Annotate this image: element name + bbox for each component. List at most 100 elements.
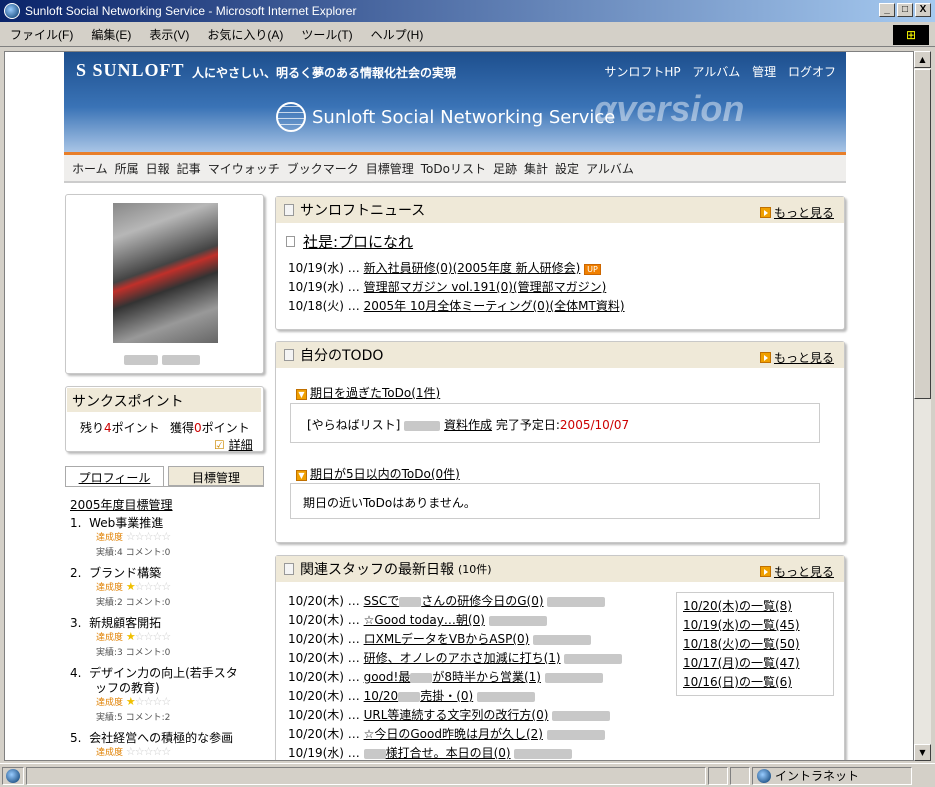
arrow-down-icon: ▼ [296, 389, 307, 400]
service-name: Sunloft Social Networking Service [312, 106, 616, 128]
news-item: 10/19(水) … 新入社員研修(0)(2005年度 新人研修会) UP [288, 259, 601, 276]
nav-settings[interactable]: 設定 [555, 160, 579, 177]
arrow-right-icon [759, 352, 771, 363]
link-admin[interactable]: 管理 [752, 65, 776, 79]
news-item-link[interactable]: 2005年 10月全体ミーティング(0) [364, 299, 550, 313]
menu-edit[interactable]: 編集(E) [91, 26, 131, 43]
goal-stats: 実績:4 コメント:0 [96, 548, 171, 558]
up-badge: UP [584, 264, 601, 275]
todo-soon-link[interactable]: ▼ 期日が5日以内のToDo(0件) [296, 465, 460, 482]
nav-department[interactable]: 所属 [115, 160, 139, 177]
close-button[interactable]: X [915, 3, 931, 17]
news-item: 10/19(水) … 管理部マガジン vol.191(0)(管理部マガジン) [288, 280, 607, 294]
report-item[interactable]: 10/20(木) … ☆今日のGood昨晩は月が久し(2) [288, 725, 605, 742]
nav-my-watch[interactable]: マイウォッチ [208, 160, 280, 177]
report-item[interactable]: 10/20(木) … ロXMLデータをVBからASP(0) [288, 630, 592, 647]
arrow-right-icon [759, 566, 771, 577]
maximize-button[interactable]: □ [897, 3, 913, 17]
nav-footprints[interactable]: 足跡 [493, 160, 517, 177]
globe-icon [276, 102, 306, 132]
news-item-category[interactable]: (管理部マガジン) [513, 280, 606, 294]
menu-file[interactable]: ファイル(F) [10, 26, 73, 43]
report-item[interactable]: 10/19(水) … 様打合せ。本日の目(0) [288, 744, 573, 760]
news-title-bar: サンロフトニュース [276, 197, 844, 223]
goal-item[interactable]: 5. 会社経営への積極的な参画 [70, 729, 233, 746]
report-day-link[interactable]: 10/20(木)の一覧(8) [683, 597, 792, 614]
thanks-detail-link[interactable]: ☑ 詳細 [214, 436, 253, 453]
news-item-link[interactable]: 管理部マガジン vol.191(0) [364, 280, 513, 294]
link-sunloft-hp[interactable]: サンロフトHP [604, 65, 680, 79]
scroll-down-icon[interactable]: ▼ [914, 744, 931, 761]
news-item-link[interactable]: 新入社員研修(0) [364, 261, 453, 275]
menu-help[interactable]: ヘルプ(H) [371, 26, 424, 43]
goal-item[interactable]: 1. Web事業推進 [70, 514, 163, 531]
menu-tools[interactable]: ツール(T) [301, 26, 352, 43]
window-titlebar: Sunloft Social Networking Service - Micr… [0, 0, 935, 22]
profile-photo[interactable] [113, 203, 218, 343]
nav-home[interactable]: ホーム [72, 160, 108, 177]
header-slogan: 人にやさしい、明るく夢のある情報化社会の実現 [192, 66, 457, 80]
document-icon [284, 349, 294, 361]
reports-box: 関連スタッフの最新日報 (10件) もっと見る 10/20(木) … SSCで さん… [275, 555, 845, 760]
nav-album[interactable]: アルバム [586, 160, 634, 177]
goal-stats: 実績:5 コメント:2 [96, 713, 171, 723]
report-item[interactable]: 10/20(木) … good!最 が8時半から営業(1) [288, 668, 603, 685]
report-day-list: 10/20(木)の一覧(8) 10/19(水)の一覧(45) 10/18(火)の一覧… [676, 592, 834, 696]
reports-more-link[interactable]: もっと見る [759, 563, 834, 580]
nav-bookmarks[interactable]: ブックマーク [287, 160, 359, 177]
nav-daily-report[interactable]: 日報 [146, 160, 170, 177]
tab-profile[interactable]: プロフィール [65, 466, 164, 486]
nav-stats[interactable]: 集計 [524, 160, 548, 177]
scroll-thumb[interactable] [914, 69, 931, 399]
todo-overdue-panel: [やらねばリスト] 資料作成 完了予定日:2005/10/07 [290, 403, 820, 443]
window-title: Sunloft Social Networking Service - Micr… [25, 4, 357, 18]
report-day-link[interactable]: 10/19(水)の一覧(45) [683, 616, 800, 633]
menu-favorites[interactable]: お気に入り(A) [207, 26, 283, 43]
news-more-link[interactable]: もっと見る [759, 204, 834, 221]
goals-title[interactable]: 2005年度目標管理 [70, 496, 173, 513]
report-day-link[interactable]: 10/16(日)の一覧(6) [683, 673, 792, 690]
intranet-icon [757, 768, 771, 783]
link-album[interactable]: アルバム [692, 65, 740, 79]
todo-soon-panel: 期日の近いToDoはありません。 [290, 483, 820, 519]
report-item[interactable]: 10/20(木) … 10/20 売掛・(0) [288, 687, 536, 704]
status-text [26, 766, 706, 785]
report-day-link[interactable]: 10/18(火)の一覧(50) [683, 635, 800, 652]
minimize-button[interactable]: _ [879, 3, 895, 17]
status-zone: イントラネット [752, 766, 912, 785]
nav-articles[interactable]: 記事 [177, 160, 201, 177]
news-item-category[interactable]: (全体MT資料) [550, 299, 625, 313]
news-headline[interactable]: 社是:プロになれ [286, 231, 413, 252]
star-rating-icon: ★☆☆☆☆ [125, 580, 171, 593]
status-page-icon [2, 766, 24, 785]
news-item: 10/18(火) … 2005年 10月全体ミーティング(0)(全体MT資料) [288, 299, 625, 313]
page-icon [286, 236, 295, 247]
todo-overdue-link[interactable]: ▼ 期日を過ぎたToDo(1件) [296, 384, 440, 401]
nav-todo-list[interactable]: ToDoリスト [421, 160, 486, 177]
report-item[interactable]: 10/20(木) … URL等連続する文字列の改行方(0) [288, 706, 611, 723]
link-logoff[interactable]: ログオフ [788, 65, 836, 79]
report-item[interactable]: 10/20(木) … 研修、オノレのアホさ加減に打ち(1) [288, 649, 623, 666]
report-item[interactable]: 10/20(木) … ☆Good today…朝(0) [288, 611, 547, 628]
thanks-remaining: 残り4ポイント [80, 421, 160, 435]
news-item-category[interactable]: (2005年度 新人研修会) [453, 261, 581, 275]
checkbox-icon: ☑ [214, 438, 225, 452]
todo-title: 自分のTODO [300, 348, 384, 364]
nav-goals[interactable]: 目標管理 [366, 160, 414, 177]
goal-stats: 実績:3 コメント:0 [96, 648, 171, 658]
arrow-down-icon: ▼ [296, 470, 307, 481]
sunloft-logo[interactable]: S SUNLOFT [76, 60, 185, 81]
tab-goals[interactable]: 目標管理 [168, 466, 264, 486]
thanks-point-title: サンクスポイント [67, 388, 261, 412]
report-day-link[interactable]: 10/17(月)の一覧(47) [683, 654, 800, 671]
goal-item[interactable]: 3. 新規顧客開拓 [70, 614, 161, 631]
scroll-up-icon[interactable]: ▲ [914, 51, 931, 68]
goal-stats: 実績:2 コメント:0 [96, 598, 171, 608]
windows-logo-icon: ⊞ [893, 25, 929, 45]
menu-view[interactable]: 表示(V) [149, 26, 189, 43]
todo-more-link[interactable]: もっと見る [759, 349, 834, 366]
goal-item[interactable]: 2. ブランド構築 [70, 564, 161, 581]
vertical-scrollbar[interactable]: ▲ ▼ [914, 51, 931, 761]
todo-item-link[interactable]: 資料作成 [444, 418, 492, 432]
report-item[interactable]: 10/20(木) … SSCで さんの研修今日のG(0) [288, 592, 606, 609]
